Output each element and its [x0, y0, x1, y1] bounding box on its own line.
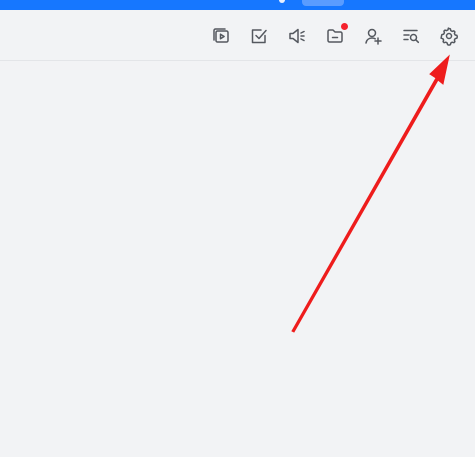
- top-toolbar: [0, 10, 475, 61]
- search-list-button[interactable]: [400, 25, 422, 47]
- add-contact-button[interactable]: [362, 25, 384, 47]
- video-library-button[interactable]: [210, 25, 232, 47]
- announcement-button[interactable]: [286, 25, 308, 47]
- search-list-icon: [403, 29, 420, 44]
- video-library-icon: [213, 28, 229, 43]
- title-bar-tab[interactable]: [302, 0, 344, 6]
- add-contact-icon: [365, 28, 382, 45]
- notification-dot: [341, 23, 348, 30]
- title-bar-indicator: [279, 0, 285, 3]
- settings-button[interactable]: [438, 25, 460, 47]
- announcement-speaker-icon: [289, 28, 305, 44]
- folder-button[interactable]: [324, 23, 348, 47]
- tasks-button[interactable]: [248, 25, 270, 47]
- task-checkbox-icon: [251, 29, 267, 44]
- title-bar: [0, 0, 475, 10]
- main-content-area: [0, 61, 475, 457]
- settings-gear-icon: [440, 27, 459, 46]
